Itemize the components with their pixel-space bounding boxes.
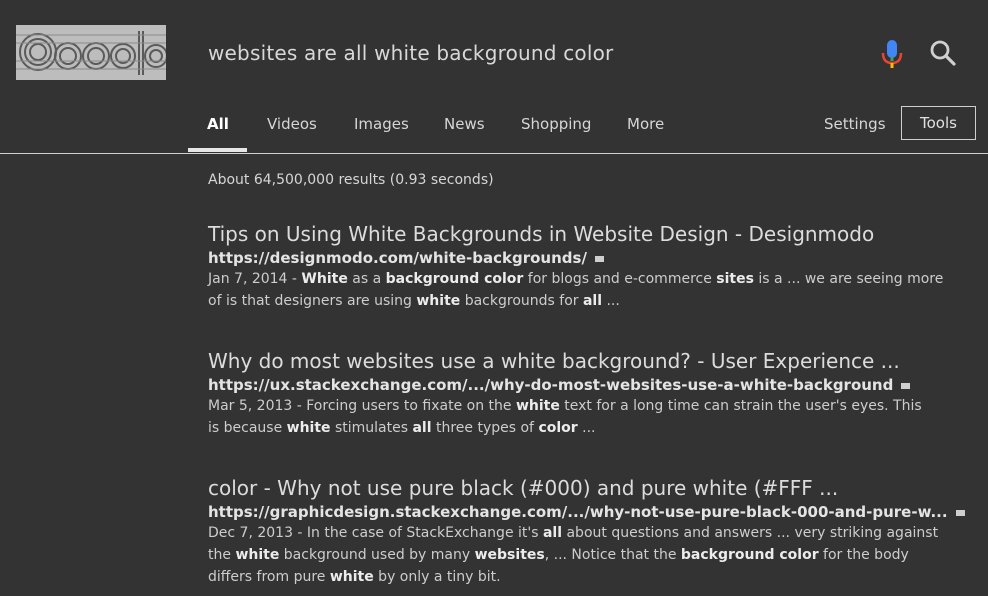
result-title-link[interactable]: Why do most websites use a white backgro… (208, 348, 968, 374)
result-snippet: Jan 7, 2014 - White as a background colo… (208, 268, 968, 290)
result-url: https://designmodo.com/white-backgrounds… (208, 248, 968, 268)
snippet-highlight: websites (474, 547, 545, 563)
tab-shopping[interactable]: Shopping (521, 115, 591, 133)
logo-graphic (16, 25, 166, 80)
result-url-text: https://graphicdesign.stackexchange.com/… (208, 503, 948, 521)
result-snippet: is because white stimulates all three ty… (208, 417, 968, 439)
tab-news[interactable]: News (444, 115, 485, 133)
snippet-highlight: white (515, 398, 560, 414)
snippet-highlight: color (538, 420, 578, 436)
snippet-text: three types of (431, 420, 539, 436)
snippet-highlight: sites (716, 271, 754, 287)
result-url: https://graphicdesign.stackexchange.com/… (208, 502, 968, 522)
snippet-highlight: all (412, 420, 432, 436)
snippet-highlight: White (301, 271, 348, 287)
result-snippet: Dec 7, 2013 - In the case of StackExchan… (208, 522, 968, 544)
snippet-text: ... (577, 420, 596, 436)
snippet-text: is because (208, 420, 287, 436)
result-title-link[interactable]: color - Why not use pure black (#000) an… (208, 475, 968, 501)
search-tabs: All Videos Images News Shopping More Set… (0, 112, 988, 154)
dropdown-arrow-icon[interactable] (594, 255, 604, 262)
result-url-text: https://ux.stackexchange.com/.../why-do-… (208, 376, 894, 394)
search-query[interactable]: websites are all white background color (208, 41, 613, 65)
snippet-text: is a ... we are seeing more (753, 271, 944, 287)
snippet-text: ... (602, 293, 620, 309)
snippet-text: Jan 7, 2014 - (208, 271, 302, 287)
snippet-highlight: all (582, 293, 603, 309)
snippet-text: , ... Notice that the (544, 547, 681, 563)
tab-images[interactable]: Images (354, 115, 409, 133)
result-snippet: the white background used by many websit… (208, 544, 968, 566)
microphone-icon[interactable] (878, 38, 906, 70)
snippet-text: for blogs and e-commerce (523, 271, 717, 287)
search-icon[interactable] (929, 39, 957, 67)
snippet-highlight: background color (680, 547, 819, 563)
snippet-text: differs from pure (208, 569, 330, 585)
snippet-text: the (208, 547, 236, 563)
result-snippet: Mar 5, 2013 - Forcing users to fixate on… (208, 395, 968, 417)
tab-more[interactable]: More (627, 115, 664, 133)
snippet-text: backgrounds for (460, 293, 583, 309)
snippet-text: stimulates (330, 420, 413, 436)
snippet-text: about questions and answers ... very str… (562, 525, 939, 541)
google-logo[interactable] (16, 25, 166, 80)
snippet-highlight: white (286, 420, 331, 436)
tab-all[interactable]: All (207, 115, 229, 133)
tools-button[interactable]: Tools (901, 106, 976, 140)
search-result: Why do most websites use a white backgro… (208, 348, 968, 439)
snippet-text: as a (347, 271, 386, 287)
result-snippet: differs from pure white by only a tiny b… (208, 566, 968, 588)
snippet-highlight: white (235, 547, 280, 563)
dropdown-arrow-icon[interactable] (901, 382, 911, 389)
snippet-highlight: background color (385, 271, 524, 287)
result-url-text: https://designmodo.com/white-backgrounds… (208, 249, 587, 267)
search-result: Tips on Using White Backgrounds in Websi… (208, 221, 968, 312)
snippet-text: Mar 5, 2013 - Forcing users to fixate on… (208, 398, 516, 414)
snippet-text: Dec 7, 2013 - In the case of StackExchan… (208, 525, 543, 541)
result-snippet: of is that designers are using white bac… (208, 290, 968, 312)
result-title-link[interactable]: Tips on Using White Backgrounds in Websi… (208, 221, 968, 247)
snippet-highlight: white (416, 293, 461, 309)
snippet-highlight: all (542, 525, 563, 541)
search-result: color - Why not use pure black (#000) an… (208, 475, 968, 588)
settings-link[interactable]: Settings (824, 115, 886, 133)
snippet-text: for the body (818, 547, 909, 563)
snippet-text: background used by many (279, 547, 475, 563)
active-tab-indicator (188, 148, 247, 152)
search-header: websites are all white background color … (0, 0, 988, 154)
snippet-text: of is that designers are using (208, 293, 417, 309)
tab-videos[interactable]: Videos (267, 115, 317, 133)
snippet-highlight: white (329, 569, 374, 585)
result-stats: About 64,500,000 results (0.93 seconds) (208, 172, 494, 188)
snippet-text: by only a tiny bit. (373, 569, 501, 585)
snippet-text: text for a long time can strain the user… (559, 398, 922, 414)
dropdown-arrow-icon[interactable] (955, 509, 965, 516)
result-url: https://ux.stackexchange.com/.../why-do-… (208, 375, 968, 395)
